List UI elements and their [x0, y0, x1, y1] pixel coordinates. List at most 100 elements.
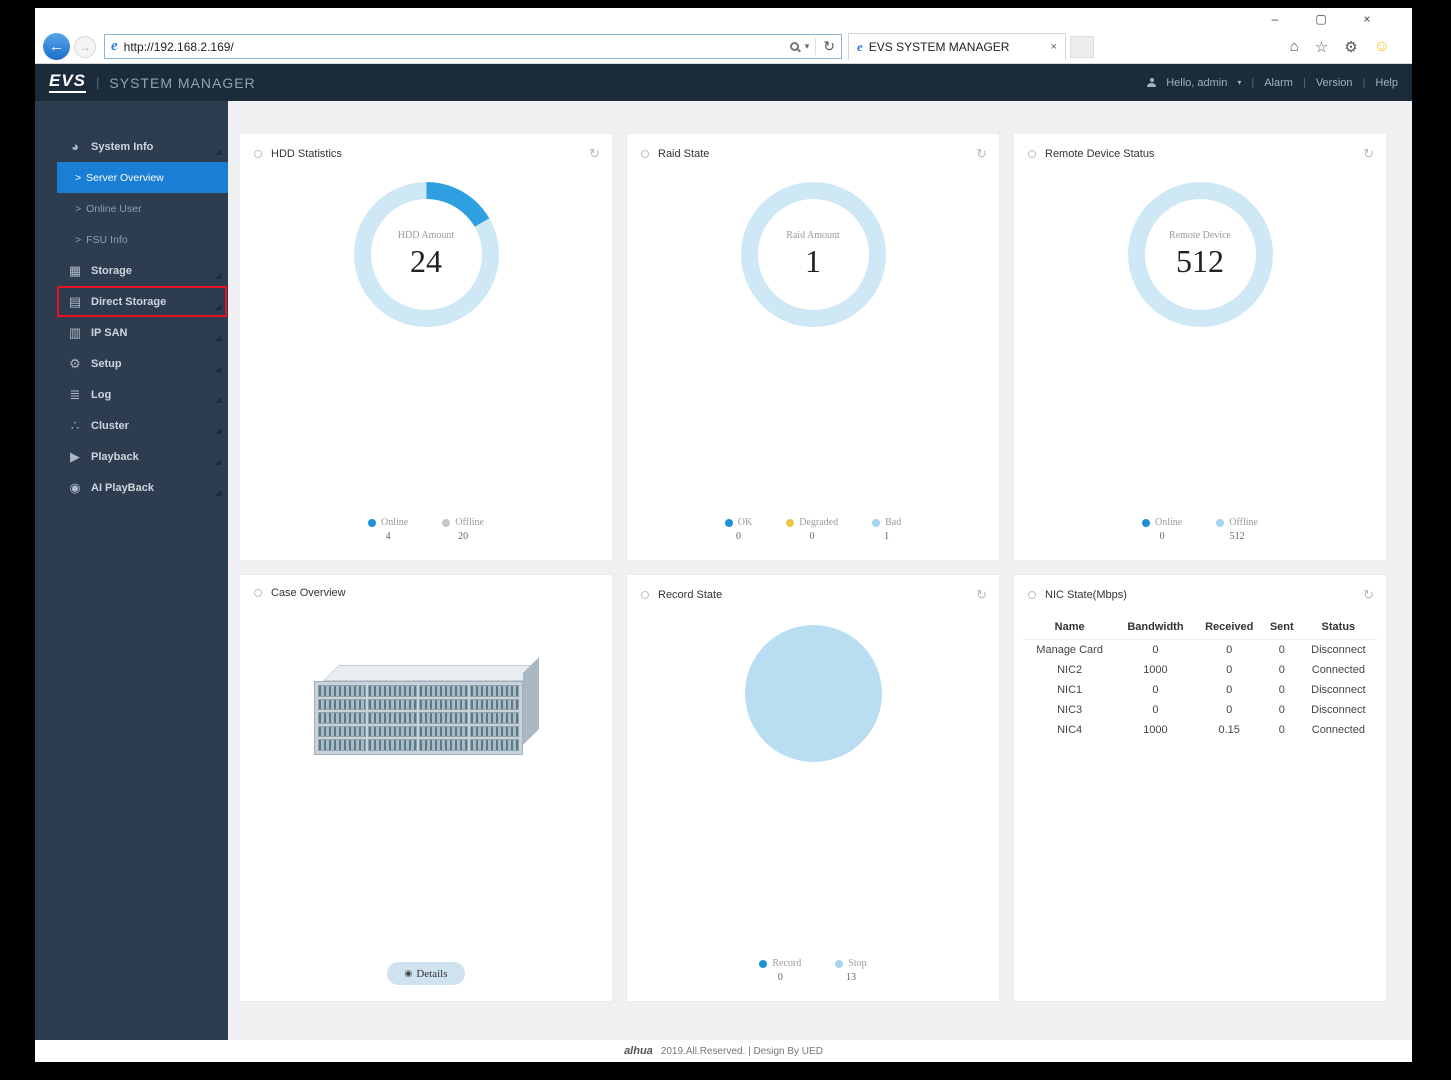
legend-label: Stop [848, 958, 867, 969]
dashboard-grid: HDD Statistics ↻ HDD Amount 24 Online 4 … [239, 133, 1412, 1002]
raid-donut-center: Raid Amount 1 [757, 199, 869, 310]
chevron-icon: ◢ [215, 397, 221, 404]
legend-dot-online [1142, 518, 1151, 527]
legend-dot-stop [835, 959, 844, 968]
home-icon[interactable]: ⌂ [1290, 38, 1299, 55]
sidebar-item-ai-playback[interactable]: ◉ AI PlayBack ◢ [35, 472, 228, 503]
url-text[interactable]: http://192.168.2.169/ [124, 40, 790, 54]
chassis-top-face [322, 665, 539, 681]
app-title: SYSTEM MANAGER [109, 74, 256, 91]
legend-item-offline: Offline 512 [1216, 517, 1258, 542]
sidebar-item-storage[interactable]: ▦ Storage ◢ [35, 255, 228, 286]
sidebar-item-log[interactable]: ≣ Log ◢ [35, 379, 228, 410]
legend-item-degraded: Degraded 0 [786, 517, 838, 542]
dahua-logo: alhua [624, 1045, 653, 1057]
legend-dot-online [368, 518, 377, 527]
sidebar-item-playback[interactable]: ▶ Playback ◢ [35, 441, 228, 472]
legend-item-offline: Offline 20 [442, 517, 484, 542]
sidebar-item-label: AI PlayBack [91, 481, 154, 494]
user-greeting[interactable]: Hello, admin [1166, 77, 1227, 89]
sidebar-subitem-server-overview[interactable]: > Server Overview [57, 162, 228, 193]
panel-refresh-icon[interactable]: ↻ [976, 587, 987, 603]
app-header: EVS | SYSTEM MANAGER Hello, admin ▾ | Al… [35, 64, 1412, 101]
close-icon[interactable]: × [1344, 8, 1390, 30]
address-bar[interactable]: e http://192.168.2.169/ ▾ ↻ [104, 34, 842, 59]
cell-sent: 0 [1278, 684, 1285, 696]
server-chassis-image [313, 657, 539, 755]
details-button-label: Details [416, 967, 448, 980]
legend-value: 0 [809, 531, 815, 542]
forward-arrow-icon: → [79, 39, 91, 54]
feedback-smiley-icon[interactable]: ☺ [1374, 38, 1390, 56]
panel-toggle-icon[interactable] [1028, 591, 1036, 599]
table-row: NIC3 0 0 0 Disconnect [1023, 700, 1376, 720]
panel-remote-device-status: Remote Device Status ↻ Remote Device 512 [1013, 133, 1387, 561]
record-pie-chart [744, 625, 882, 762]
panel-refresh-icon[interactable]: ↻ [589, 146, 600, 162]
cell-name: NIC3 [1057, 704, 1083, 716]
version-link[interactable]: Version [1316, 77, 1353, 89]
panel-header: Case Overview [240, 575, 612, 607]
browser-navbar: ← → e http://192.168.2.169/ ▾ ↻ e EVS SY… [35, 30, 1412, 64]
legend-value: 512 [1229, 531, 1245, 542]
panel-toggle-icon[interactable] [641, 591, 649, 599]
favorites-star-icon[interactable]: ☆ [1315, 38, 1328, 56]
back-button[interactable]: ← [43, 33, 70, 60]
panel-raid-state: Raid State ↻ Raid Amount 1 OK 0 Degraded… [626, 133, 1000, 561]
panel-refresh-icon[interactable]: ↻ [1363, 587, 1374, 603]
legend-dot-offline [1216, 518, 1225, 527]
table-row: NIC1 0 0 0 Disconnect [1023, 680, 1376, 700]
settings-gear-icon[interactable]: ⚙ [1344, 38, 1357, 56]
app: EVS | SYSTEM MANAGER Hello, admin ▾ | Al… [35, 64, 1412, 1062]
panel-toggle-icon[interactable] [254, 150, 262, 158]
maximize-icon[interactable]: ▢ [1298, 8, 1344, 30]
sidebar-item-setup[interactable]: ⚙ Setup ◢ [35, 348, 228, 379]
legend-dot-bad [872, 518, 881, 527]
tab-close-icon[interactable]: × [1045, 41, 1057, 53]
cell-status: Connected [1311, 724, 1365, 736]
legend-label: Offline [1229, 517, 1258, 528]
panel-refresh-icon[interactable]: ↻ [976, 146, 987, 162]
details-button[interactable]: ◉ Details [387, 962, 465, 985]
ai-playback-icon: ◉ [69, 479, 81, 495]
minimize-icon[interactable]: – [1252, 8, 1298, 30]
panel-title: Case Overview [271, 587, 346, 599]
panel-toggle-icon[interactable] [1028, 150, 1036, 158]
panel-refresh-icon[interactable]: ↻ [1363, 146, 1374, 162]
new-tab-button[interactable] [1070, 35, 1094, 58]
refresh-icon[interactable]: ↻ [815, 38, 835, 55]
chevron-icon: ◢ [215, 149, 221, 156]
sidebar-subitem-online-user[interactable]: > Online User [57, 193, 228, 224]
legend-dot-offline [442, 518, 451, 527]
browser-tab[interactable]: e EVS SYSTEM MANAGER × [848, 33, 1066, 60]
header-separator: | [1302, 76, 1306, 89]
sidebar-item-label: Log [91, 388, 112, 401]
sidebar-subitem-fsu-info[interactable]: > FSU Info [57, 224, 228, 255]
forward-button[interactable]: → [74, 35, 96, 58]
chevron-icon: ◢ [215, 304, 221, 311]
sidebar-item-cluster[interactable]: ∴ Cluster ◢ [35, 410, 228, 441]
search-dropdown-icon[interactable]: ▾ [805, 41, 810, 52]
panel-toggle-icon[interactable] [641, 150, 649, 158]
sidebar-item-ip-san[interactable]: ▥ IP SAN ◢ [35, 317, 228, 348]
nic-table-header: Name Bandwidth Received Sent Status [1023, 615, 1377, 640]
sidebar-item-system-info[interactable]: ◕ System Info ◢ [35, 131, 228, 162]
sidebar-item-direct-storage[interactable]: ▤ Direct Storage ◢ [35, 286, 228, 317]
search-icon[interactable] [789, 42, 799, 51]
hdd-donut-chart: HDD Amount 24 [353, 182, 499, 327]
cell-received: 0 [1226, 704, 1233, 716]
app-body: ◕ System Info ◢ > Server Overview > Onli… [35, 101, 1412, 1040]
back-arrow-icon: ← [49, 38, 64, 55]
user-dropdown-icon[interactable]: ▾ [1237, 78, 1241, 87]
user-icon [1147, 78, 1157, 87]
sidebar-item-label: Setup [91, 357, 122, 370]
alarm-link[interactable]: Alarm [1264, 77, 1293, 89]
help-link[interactable]: Help [1375, 77, 1398, 89]
raid-center-value: 1 [805, 242, 821, 279]
legend-value: 0 [777, 972, 783, 983]
chevron-icon: ◢ [215, 459, 221, 466]
cell-bandwidth: 0 [1152, 644, 1159, 656]
panel-toggle-icon[interactable] [254, 589, 262, 597]
browser-toolbar-icons: ⌂ ☆ ⚙ ☺ [1290, 38, 1390, 56]
hdd-center-value: 24 [410, 242, 442, 279]
